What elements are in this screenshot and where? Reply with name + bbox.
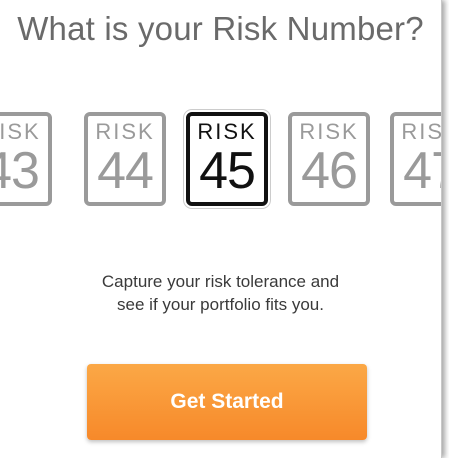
risk-sign-number: 46	[301, 142, 358, 200]
risk-number-panel: What is your Risk Number? RISK 43 RISK 4…	[0, 0, 442, 458]
risk-sign-word: RISK	[299, 119, 359, 144]
risk-sign-number: 44	[97, 142, 154, 200]
risk-sign-47[interactable]: RISK 47	[390, 112, 441, 206]
risk-sign-word: RISK	[0, 119, 41, 144]
risk-sign-44[interactable]: RISK 44	[84, 112, 166, 206]
get-started-button[interactable]: Get Started	[87, 364, 367, 440]
description-text: Capture your risk tolerance and see if y…	[0, 270, 441, 316]
risk-sign-43[interactable]: RISK 43	[0, 112, 52, 206]
page-title: What is your Risk Number?	[17, 10, 424, 47]
risk-sign-word: RISK	[95, 119, 155, 144]
risk-sign-number: 45	[199, 142, 256, 200]
risk-sign-number: 47	[403, 142, 441, 200]
description-line-2: see if your portfolio fits you.	[117, 295, 324, 314]
risk-number-carousel[interactable]: RISK 43 RISK 44 RISK 45 RISK 46 RISK 47	[0, 112, 441, 212]
risk-sign-number: 43	[0, 142, 40, 200]
risk-sign-46[interactable]: RISK 46	[288, 112, 370, 206]
risk-sign-45-selected[interactable]: RISK 45	[186, 112, 268, 206]
risk-sign-word: RISK	[401, 119, 441, 144]
risk-sign-word: RISK	[197, 119, 257, 144]
description-line-1: Capture your risk tolerance and	[101, 272, 340, 291]
